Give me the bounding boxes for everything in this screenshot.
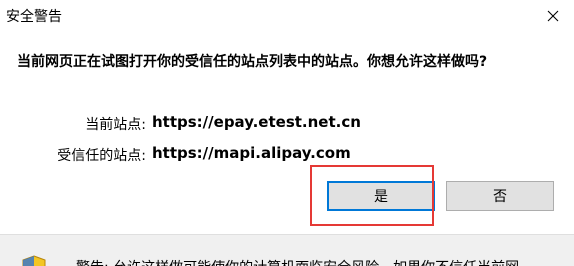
trusted-site-value: https://mapi.alipay.com <box>152 144 351 162</box>
title-bar: 安全警告 <box>0 0 574 33</box>
footer-panel: 警告: 允许这样做可能使你的计算机面临安全风险。如果你不信任当前网 <box>0 234 574 266</box>
warning-shield-icon <box>22 255 46 266</box>
no-button[interactable]: 否 <box>446 181 554 211</box>
close-button[interactable] <box>538 2 568 30</box>
security-warning-dialog: 安全警告 当前网页正在试图打开你的受信任的站点列表中的站点。你想允许这样做吗? … <box>0 0 574 266</box>
close-icon <box>547 10 559 22</box>
footer-warning-text: 警告: 允许这样做可能使你的计算机面临安全风险。如果你不信任当前网 <box>76 257 519 266</box>
dialog-title: 安全警告 <box>6 9 62 25</box>
current-site-value: https://epay.etest.net.cn <box>152 113 361 131</box>
yes-button[interactable]: 是 <box>327 181 435 211</box>
current-site-label: 当前站点: <box>85 117 146 133</box>
trusted-site-label: 受信任的站点: <box>57 148 146 164</box>
warning-message: 当前网页正在试图打开你的受信任的站点列表中的站点。你想允许这样做吗? <box>17 54 488 70</box>
